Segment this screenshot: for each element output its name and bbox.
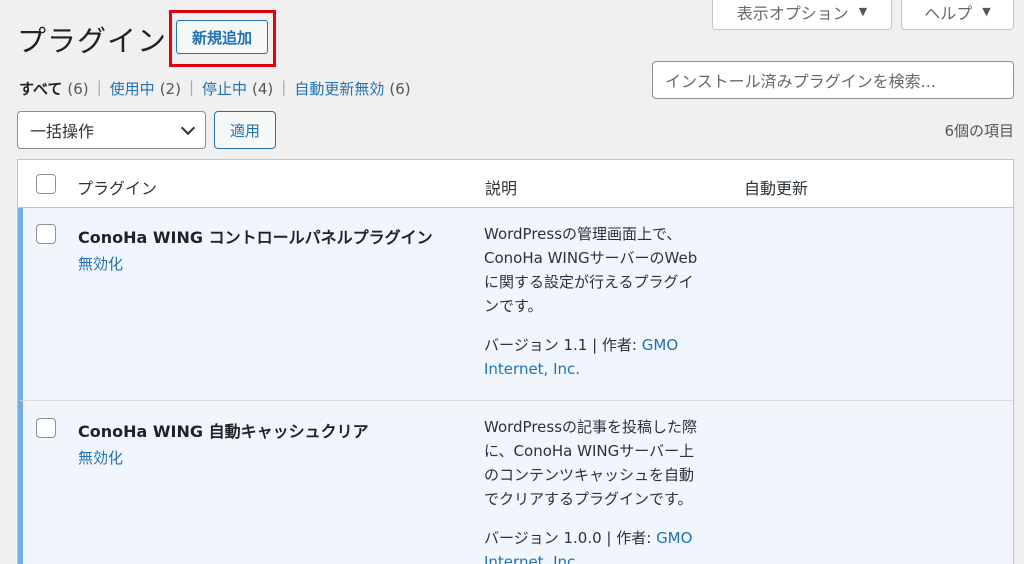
filter-inactive-count: (4) xyxy=(252,79,274,98)
filter-separator: | xyxy=(188,78,194,96)
author-link[interactable]: Internet, Inc. xyxy=(484,553,580,564)
description-line: WordPressの管理画面上で、 xyxy=(484,225,682,243)
bulk-action-select[interactable]: 一括操作 xyxy=(17,111,206,149)
apply-button[interactable]: 適用 xyxy=(214,111,276,149)
column-auto-update: 自動更新 xyxy=(744,179,809,198)
deactivate-link[interactable]: 無効化 xyxy=(78,253,123,274)
description-line: に、ConoHa WINGサーバー上 xyxy=(484,442,695,460)
filter-separator: | xyxy=(281,78,287,96)
plugin-version-info: バージョン 1.1 | 作者: GMO Internet, Inc. xyxy=(484,333,729,381)
column-description: 説明 xyxy=(485,179,518,198)
row-checkbox[interactable] xyxy=(36,224,56,244)
filter-active[interactable]: 使用中 (2) xyxy=(110,78,181,99)
page-title: プラグイン xyxy=(17,24,168,58)
plugins-table: プラグイン 説明 自動更新 ConoHa WING コントロールパネルプラグイン… xyxy=(17,159,1014,564)
chevron-down-icon xyxy=(180,120,196,135)
plugin-search-input[interactable]: インストール済みプラグインを検索... xyxy=(652,61,1014,99)
plugin-description: WordPressの記事を投稿した際 に、ConoHa WINGサーバー上 のコ… xyxy=(484,415,729,511)
table-row: ConoHa WING コントロールパネルプラグイン 無効化 WordPress… xyxy=(18,208,1013,401)
table-row: ConoHa WING 自動キャッシュクリア 無効化 WordPressの記事を… xyxy=(18,401,1013,564)
help-tab[interactable]: ヘルプ ▼ xyxy=(901,0,1014,30)
version-text: バージョン 1.1 | 作者: xyxy=(484,336,642,354)
description-line: ンです。 xyxy=(484,297,543,315)
author-link[interactable]: GMO xyxy=(656,529,692,547)
row-checkbox[interactable] xyxy=(36,418,56,438)
filter-active-count: (2) xyxy=(159,79,181,98)
add-new-button[interactable]: 新規追加 xyxy=(176,20,268,54)
select-all-checkbox[interactable] xyxy=(36,174,56,194)
filter-all[interactable]: すべて (6) xyxy=(19,78,89,99)
author-link[interactable]: Internet, Inc. xyxy=(484,360,580,378)
description-line: のコンテンツキャッシュを自動 xyxy=(484,466,695,484)
help-label: ヘルプ xyxy=(924,3,973,23)
description-line: WordPressの記事を投稿した際 xyxy=(484,418,698,436)
description-line: に関する設定が行えるプラグイ xyxy=(484,273,694,291)
screen-options-tab[interactable]: 表示オプション ▼ xyxy=(712,0,892,30)
author-link[interactable]: GMO xyxy=(642,336,678,354)
filter-auto-update-disabled-count: (6) xyxy=(389,79,411,98)
filter-all-label: すべて xyxy=(19,80,63,98)
filter-inactive[interactable]: 停止中 (4) xyxy=(202,78,273,99)
plugin-name: ConoHa WING 自動キャッシュクリア xyxy=(78,422,369,441)
description-line: でクリアするプラグインです。 xyxy=(484,490,693,508)
filter-inactive-label: 停止中 xyxy=(202,80,248,98)
version-text: バージョン 1.0.0 | 作者: xyxy=(484,529,657,547)
items-count: 6個の項目 xyxy=(944,122,1014,140)
search-placeholder: インストール済みプラグインを検索... xyxy=(665,72,936,91)
filter-all-count: (6) xyxy=(67,79,89,98)
filter-separator: | xyxy=(96,78,102,96)
filter-active-label: 使用中 xyxy=(109,80,155,98)
caret-down-icon: ▼ xyxy=(858,5,868,18)
caret-down-icon: ▼ xyxy=(982,5,991,18)
plugin-version-info: バージョン 1.0.0 | 作者: GMO Internet, Inc. xyxy=(484,526,729,564)
filter-auto-update-disabled-label: 自動更新無効 xyxy=(294,80,385,98)
status-filters: すべて (6) | 使用中 (2) | 停止中 (4) | 自動更新無効 (6) xyxy=(19,78,411,99)
description-line: ConoHa WINGサーバーのWeb xyxy=(484,249,698,267)
column-plugin[interactable]: プラグイン xyxy=(77,175,157,199)
filter-auto-update-disabled[interactable]: 自動更新無効 (6) xyxy=(294,78,410,99)
plugin-name: ConoHa WING コントロールパネルプラグイン xyxy=(78,228,433,247)
bulk-action-selected: 一括操作 xyxy=(30,122,95,141)
screen-options-label: 表示オプション xyxy=(736,3,849,23)
deactivate-link[interactable]: 無効化 xyxy=(78,447,123,468)
plugin-description: WordPressの管理画面上で、 ConoHa WINGサーバーのWeb に関… xyxy=(484,222,729,318)
table-header: プラグイン 説明 自動更新 xyxy=(18,160,1013,208)
